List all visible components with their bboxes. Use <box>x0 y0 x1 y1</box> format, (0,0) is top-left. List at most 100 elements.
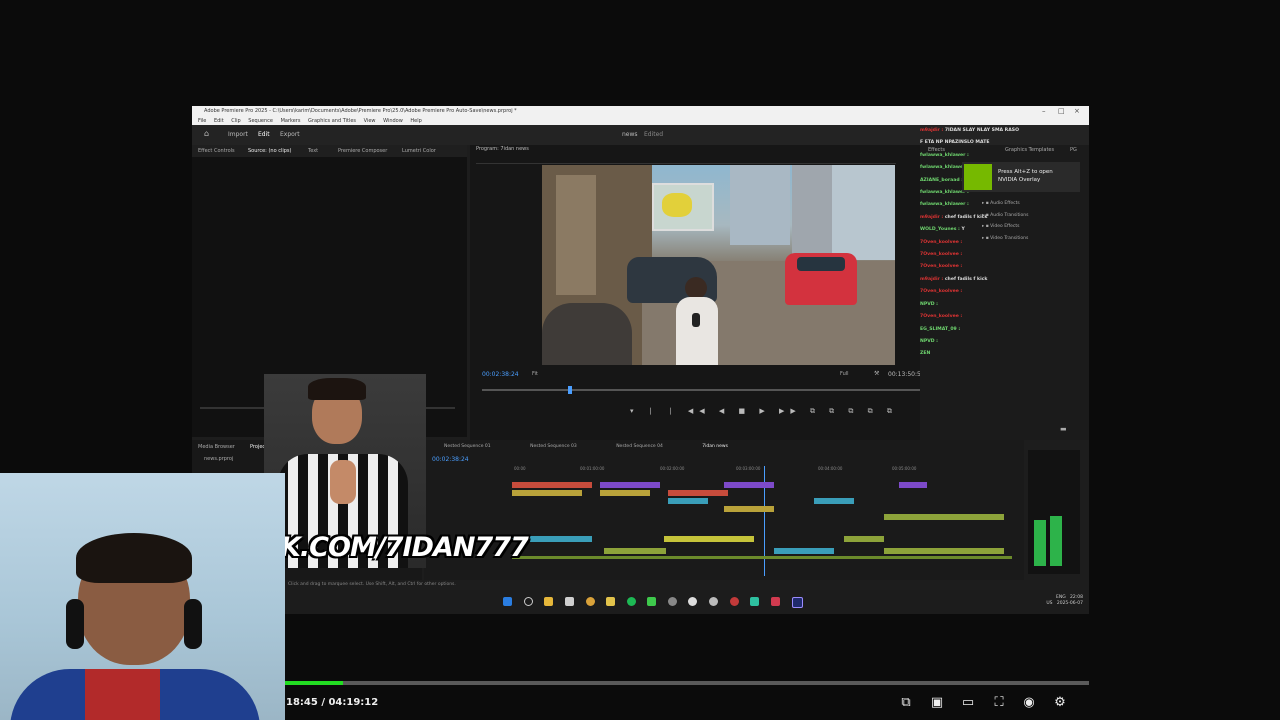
menu-file[interactable]: File <box>198 118 206 124</box>
video-clip[interactable] <box>512 490 582 496</box>
tab-nested-sequence-04[interactable]: Nested Sequence 04 <box>616 444 663 449</box>
tab-pg[interactable]: PG <box>1070 147 1077 153</box>
audio-clip[interactable] <box>774 548 834 554</box>
program-timecode[interactable]: 00:02:38:24 <box>482 371 519 378</box>
menu-view[interactable]: View <box>364 118 376 124</box>
app-icon[interactable] <box>750 597 759 606</box>
folder-icon[interactable]: ▬ <box>1060 425 1067 433</box>
video-clip[interactable] <box>814 498 854 504</box>
home-icon[interactable]: ⌂ <box>204 129 209 138</box>
import-tab[interactable]: Import <box>228 131 248 138</box>
menu-graphics[interactable]: Graphics and Titles <box>308 118 356 124</box>
playhead[interactable] <box>568 386 572 394</box>
record-app-icon[interactable] <box>730 597 739 606</box>
music-track[interactable] <box>512 556 1012 559</box>
minimize-icon[interactable]: – <box>1042 106 1046 117</box>
menu-markers[interactable]: Markers <box>281 118 301 124</box>
menu-edit[interactable]: Edit <box>214 118 224 124</box>
video-clip[interactable] <box>724 482 774 488</box>
file-explorer-icon[interactable] <box>544 597 553 606</box>
tower-building-3 <box>832 165 895 260</box>
streamer-hair <box>308 378 366 400</box>
ruler-label: 00:04:00:00 <box>818 466 843 471</box>
close-icon[interactable]: × <box>1074 106 1080 117</box>
tab-source[interactable]: Source: (no clips) <box>248 148 291 154</box>
menu-clip[interactable]: Clip <box>231 118 240 124</box>
app-icon[interactable] <box>709 597 718 606</box>
program-tab[interactable]: Program: 7idan news <box>476 146 529 152</box>
project-file[interactable]: news.prproj <box>204 456 233 462</box>
video-clip[interactable] <box>668 490 728 496</box>
system-tray[interactable]: ENG 22:08 US 2025-06-07 <box>1046 595 1083 607</box>
ruler-label: 00:02:00:00 <box>660 466 685 471</box>
menu-window[interactable]: Window <box>383 118 403 124</box>
export-tab[interactable]: Export <box>280 131 300 138</box>
menu-sequence[interactable]: Sequence <box>248 118 273 124</box>
tab-lumetri-color[interactable]: Lumetri Color <box>402 148 436 154</box>
edit-tab[interactable]: Edit <box>258 131 270 138</box>
theater-icon[interactable]: ▣ <box>929 695 945 711</box>
title-bar: Adobe Premiere Pro 2025 - C:\Users\karim… <box>192 106 1089 117</box>
program-video-frame[interactable] <box>542 165 895 365</box>
tray-date: 2025-06-07 <box>1056 601 1083 606</box>
maximize-icon[interactable]: □ <box>1058 106 1065 117</box>
red-car-windshield <box>797 257 845 271</box>
program-transport-controls[interactable]: ▾ ❘ ❘ ◀◀ ◀ ■ ▶ ▶▶ ⧉ ⧉ ⧉ ⧉ ⧉ <box>630 407 898 416</box>
spotify-icon[interactable] <box>627 597 636 606</box>
chat-username: 7Oven_koolvee : <box>920 264 963 270</box>
nvidia-overlay-toast[interactable]: Press Alt+Z to open NVIDIA Overlay <box>962 162 1080 192</box>
program-fit-select[interactable]: Fit <box>532 371 538 377</box>
tab-premiere-composer[interactable]: Premiere Composer <box>338 148 387 154</box>
premiere-taskbar-icon[interactable] <box>792 597 803 608</box>
menu-help[interactable]: Help <box>410 118 421 124</box>
windows-start-icon[interactable] <box>503 597 512 606</box>
settings-icon[interactable]: ⚙ <box>1052 695 1068 711</box>
video-clip[interactable] <box>600 490 650 496</box>
store-icon[interactable] <box>565 597 574 606</box>
tab-nested-sequence-03[interactable]: Nested Sequence 03 <box>530 444 577 449</box>
chat-username: m9ajdir : <box>920 128 944 133</box>
video-clip[interactable] <box>668 498 708 504</box>
sequence-tabs: Nested Sequence 01 Nested Sequence 03 Ne… <box>444 444 766 449</box>
wrench-icon[interactable]: ⚒ <box>874 370 879 377</box>
program-scrubber[interactable] <box>482 386 960 394</box>
autoplay-icon[interactable]: ◉ <box>1021 695 1037 711</box>
obs-icon[interactable] <box>688 597 697 606</box>
app-icon[interactable] <box>771 597 780 606</box>
building-left-window <box>556 175 596 295</box>
nested-sequence-clip[interactable] <box>884 514 1004 520</box>
chat-username: fwlawwa_khlawer : <box>920 152 969 158</box>
tab-effect-controls[interactable]: Effect Controls <box>198 148 235 154</box>
tab-text[interactable]: Text <box>308 148 318 154</box>
timeline-timecode[interactable]: 00:02:38:24 <box>432 456 469 463</box>
screen-icon[interactable]: ▭ <box>960 695 976 711</box>
video-clip[interactable] <box>724 506 774 512</box>
play-app-icon[interactable] <box>647 597 656 606</box>
video-progress-bar[interactable] <box>285 681 1089 685</box>
chrome-icon[interactable] <box>586 597 595 606</box>
playback-resolution-select[interactable]: Full <box>840 371 849 377</box>
chat-username: NPVD : <box>920 338 939 344</box>
app-icon[interactable] <box>606 597 615 606</box>
audio-clip[interactable] <box>884 548 1004 554</box>
settings-app-icon[interactable] <box>668 597 677 606</box>
audio-clip[interactable] <box>844 536 884 542</box>
ruler-label: 00:03:00:00 <box>736 466 761 471</box>
audio-clip[interactable] <box>604 548 666 554</box>
tab-7idan-news[interactable]: 7idan news <box>702 444 728 449</box>
search-icon[interactable] <box>524 597 533 606</box>
project-name: news <box>622 131 638 138</box>
fullscreen-icon[interactable]: ⛶ <box>991 695 1007 711</box>
program-ruler[interactable] <box>476 157 896 164</box>
chat-username: 7Oven_koolvee : <box>920 314 963 320</box>
window-title: Adobe Premiere Pro 2025 - C:\Users\karim… <box>204 108 517 114</box>
chat-username: AZIANE_boraad : <box>920 177 964 183</box>
audio-clip[interactable] <box>664 536 754 542</box>
video-clip[interactable] <box>512 482 592 488</box>
video-clip[interactable] <box>899 482 927 488</box>
miniplayer-icon[interactable]: ⧉ <box>898 695 914 711</box>
tab-media-browser[interactable]: Media Browser <box>198 444 235 450</box>
tab-nested-sequence-01[interactable]: Nested Sequence 01 <box>444 444 491 449</box>
video-clip[interactable] <box>600 482 660 488</box>
stream-chat: m9ajdir : 7IDAN SLAY NLAY SMA RASO F ETA… <box>920 125 1020 356</box>
